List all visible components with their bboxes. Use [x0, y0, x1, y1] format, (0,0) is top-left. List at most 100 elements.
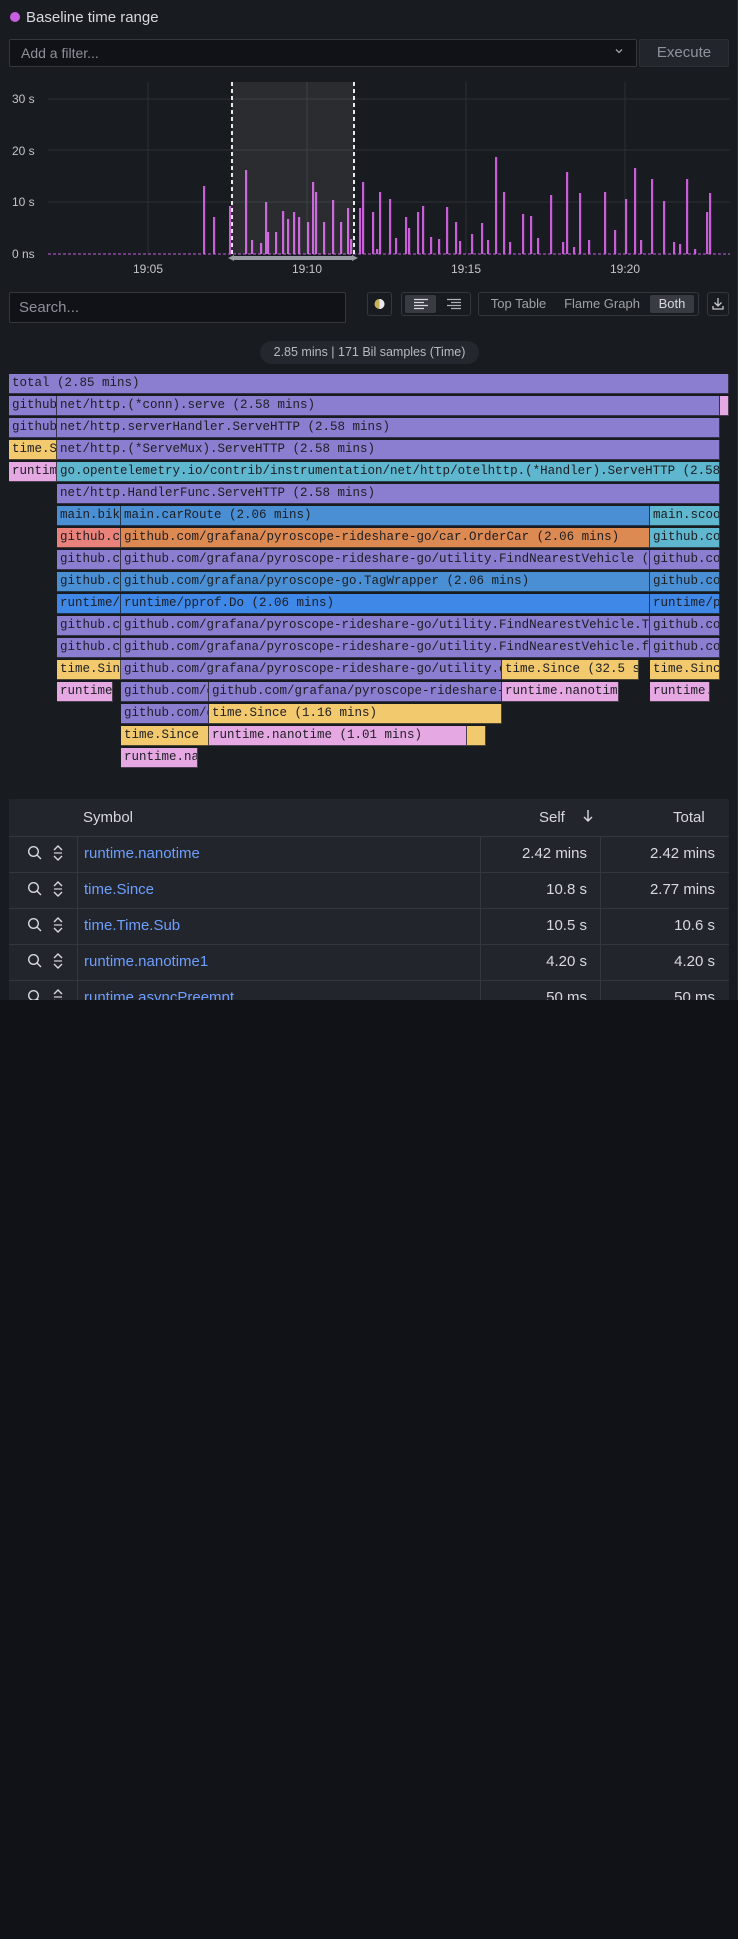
symbol-link[interactable]: time.Time.Sub [84, 917, 180, 934]
table-row[interactable]: time.Time.Sub 10.5 s 10.6 s [9, 908, 729, 944]
flame-frame[interactable]: time.Since (32.5 s) [502, 660, 639, 680]
export-button[interactable] [707, 292, 729, 316]
flame-graph[interactable]: total (2.85 mins)github.com/grafana/pyro… [9, 374, 729, 774]
flame-frame[interactable]: total (2.85 mins) [9, 374, 729, 394]
sort-desc-icon[interactable] [582, 809, 594, 827]
execute-button[interactable]: Execute [639, 39, 729, 67]
flame-frame[interactable]: main.carRoute (2.06 mins) [121, 506, 650, 526]
flame-frame[interactable]: time.Since [650, 660, 720, 680]
flame-frame[interactable]: github.com/grafana/pyroscope-rideshare-g… [121, 528, 650, 548]
sample-bar [579, 193, 582, 254]
align-right-button[interactable] [438, 295, 469, 313]
selection-left-handle[interactable] [228, 255, 234, 261]
flame-frame[interactable]: github.com/grafana/pyroscope-rideshare-g… [9, 396, 57, 416]
flame-frame[interactable]: github.com/grafana/pyroscope-rideshare-g… [57, 550, 121, 570]
column-header-symbol[interactable]: Symbol [83, 809, 133, 826]
flame-frame[interactable]: net/http.serverHandler.ServeHTTP (2.58 m… [57, 418, 720, 438]
flame-frame[interactable]: github.com/grafana/pyroscope-go [650, 572, 720, 592]
search-icon[interactable] [27, 989, 43, 1000]
filter-input-wrap[interactable] [9, 39, 637, 67]
flame-frame[interactable]: time.Since [57, 660, 121, 680]
flame-frame[interactable] [467, 726, 486, 746]
symbol-link[interactable]: runtime.nanotime [84, 845, 200, 862]
baseline-panel: Baseline time range Execute 30 s 20 s 10… [0, 0, 738, 1000]
flame-frame[interactable]: github.com/grafana/pyroscope-rideshare-g… [121, 660, 502, 680]
self-value: 4.20 s [546, 953, 587, 970]
flame-frame[interactable]: runtime.nanotime [502, 682, 619, 702]
symbol-link[interactable]: runtime.nanotime1 [84, 953, 208, 970]
flame-frame[interactable]: github.com/grafana/pyroscope-rideshare-g… [209, 682, 502, 702]
table-row[interactable]: time.Since 10.8 s 2.77 mins [9, 872, 729, 908]
flame-frame[interactable]: github.com/grafana/pyroscope-rideshare-g… [650, 550, 720, 570]
flame-frame[interactable]: main.scooterRoute [650, 506, 720, 526]
flame-frame[interactable]: github.com/grafana/pyroscope-rideshare-g… [650, 616, 720, 636]
flame-frame[interactable]: github.com/grafana/pyroscope-rideshare-g… [650, 528, 720, 548]
flame-frame[interactable]: github.com/grafana/pyroscope-rideshare-g… [57, 528, 121, 548]
flame-frame[interactable]: main.bikeRoute [57, 506, 121, 526]
chevron-down-icon[interactable] [614, 45, 624, 59]
flame-frame[interactable]: github.com/grafana/pyroscope-rideshare-g… [57, 638, 121, 658]
flame-frame[interactable]: net/http.(*conn).serve (2.58 mins) [57, 396, 720, 416]
search-icon[interactable] [27, 881, 43, 902]
column-header-self[interactable]: Self [539, 809, 565, 826]
table-row[interactable]: runtime.asyncPreempt 50 ms 50 ms [9, 980, 729, 1000]
symbol-link[interactable]: time.Since [84, 881, 154, 898]
flame-frame[interactable]: time.Since (1.16 mins) [209, 704, 502, 724]
sample-bar [634, 168, 637, 254]
view-top-table[interactable]: Top Table [483, 295, 554, 313]
flame-frame[interactable]: github.com/grafana/pyroscope-rideshare-g… [9, 418, 57, 438]
samples-summary: 2.85 mins | 171 Bil samples (Time) [260, 341, 479, 364]
selection-range[interactable] [228, 82, 358, 261]
selection-right-handle[interactable] [352, 255, 358, 261]
flame-frame[interactable]: github.com/grafana/pyroscope-rideshare-g… [121, 550, 650, 570]
flame-frame[interactable]: github.com/grafana/pyroscope-rideshare-g… [650, 638, 720, 658]
flame-frame[interactable]: github.com/grafana/pyroscope-rideshare-g… [121, 682, 209, 702]
symbol-link[interactable]: runtime.asyncPreempt [84, 989, 234, 1000]
flame-frame[interactable]: runtime.nanotime [9, 462, 57, 482]
flame-frame[interactable]: github.com/grafana/pyroscope-rideshare-g… [57, 616, 121, 636]
flame-frame[interactable]: github.com/grafana/pyroscope-go.TagWrapp… [121, 572, 650, 592]
table-row[interactable]: runtime.nanotime1 4.20 s 4.20 s [9, 944, 729, 980]
view-flame-graph[interactable]: Flame Graph [559, 295, 645, 313]
flame-frame[interactable]: runtime.nanotime [650, 682, 710, 702]
selection-handle-bar[interactable] [232, 256, 354, 260]
timeline-chart[interactable]: 30 s 20 s 10 s 0 ns 19:05 19:10 19:15 19… [0, 80, 738, 280]
flame-frame[interactable]: runtime/pprof.Do (2.06 mins) [121, 594, 650, 614]
align-left-button[interactable] [405, 295, 436, 313]
filter-input[interactable] [10, 40, 636, 66]
search-icon[interactable] [27, 917, 43, 938]
search-input[interactable] [10, 293, 345, 322]
flame-frame[interactable]: github.com/grafana/pyroscope-rideshare-g… [121, 704, 209, 724]
expand-collapse-icon[interactable] [51, 916, 65, 939]
table-row[interactable]: runtime.nanotime 2.42 mins 2.42 mins [9, 836, 729, 872]
flame-frame[interactable]: net/http.HandlerFunc.ServeHTTP (2.58 min… [57, 484, 720, 504]
expand-collapse-icon[interactable] [51, 880, 65, 903]
flame-frame[interactable]: time.Since [9, 440, 57, 460]
flame-frame[interactable]: go.opentelemetry.io/contrib/instrumentat… [57, 462, 720, 482]
flame-frame[interactable]: time.Since [121, 726, 209, 746]
color-scheme-button[interactable] [367, 292, 392, 316]
search-field[interactable] [9, 292, 346, 323]
expand-collapse-icon[interactable] [51, 844, 65, 867]
flame-frame[interactable]: github.com/grafana/pyroscope-rideshare-g… [121, 638, 650, 658]
flame-frame[interactable] [720, 396, 729, 416]
flame-frame[interactable]: runtime/pprof.Do [650, 594, 720, 614]
column-header-total[interactable]: Total [673, 809, 705, 826]
flame-frame[interactable]: runtime/pprof.Do [57, 594, 121, 614]
total-value: 4.20 s [674, 953, 715, 970]
view-both[interactable]: Both [650, 295, 694, 313]
expand-collapse-icon[interactable] [51, 952, 65, 975]
search-icon[interactable] [27, 953, 43, 974]
flame-frame[interactable]: github.com/grafana/pyroscope-go [57, 572, 121, 592]
flame-frame[interactable]: runtime.nanotime [57, 682, 113, 702]
search-icon[interactable] [27, 845, 43, 866]
flame-frame[interactable]: runtime.nanotime (1.01 mins) [209, 726, 467, 746]
sample-bar [362, 182, 365, 254]
flame-frame[interactable]: github.com/grafana/pyroscope-rideshare-g… [121, 616, 650, 636]
flame-frame[interactable]: net/http.(*ServeMux).ServeHTTP (2.58 min… [57, 440, 720, 460]
total-value: 10.6 s [674, 917, 715, 934]
sample-bar [408, 228, 411, 254]
flame-frame[interactable]: runtime.nanotime [121, 748, 198, 768]
expand-collapse-icon[interactable] [51, 988, 65, 1000]
panel-header: Baseline time range [10, 8, 159, 26]
